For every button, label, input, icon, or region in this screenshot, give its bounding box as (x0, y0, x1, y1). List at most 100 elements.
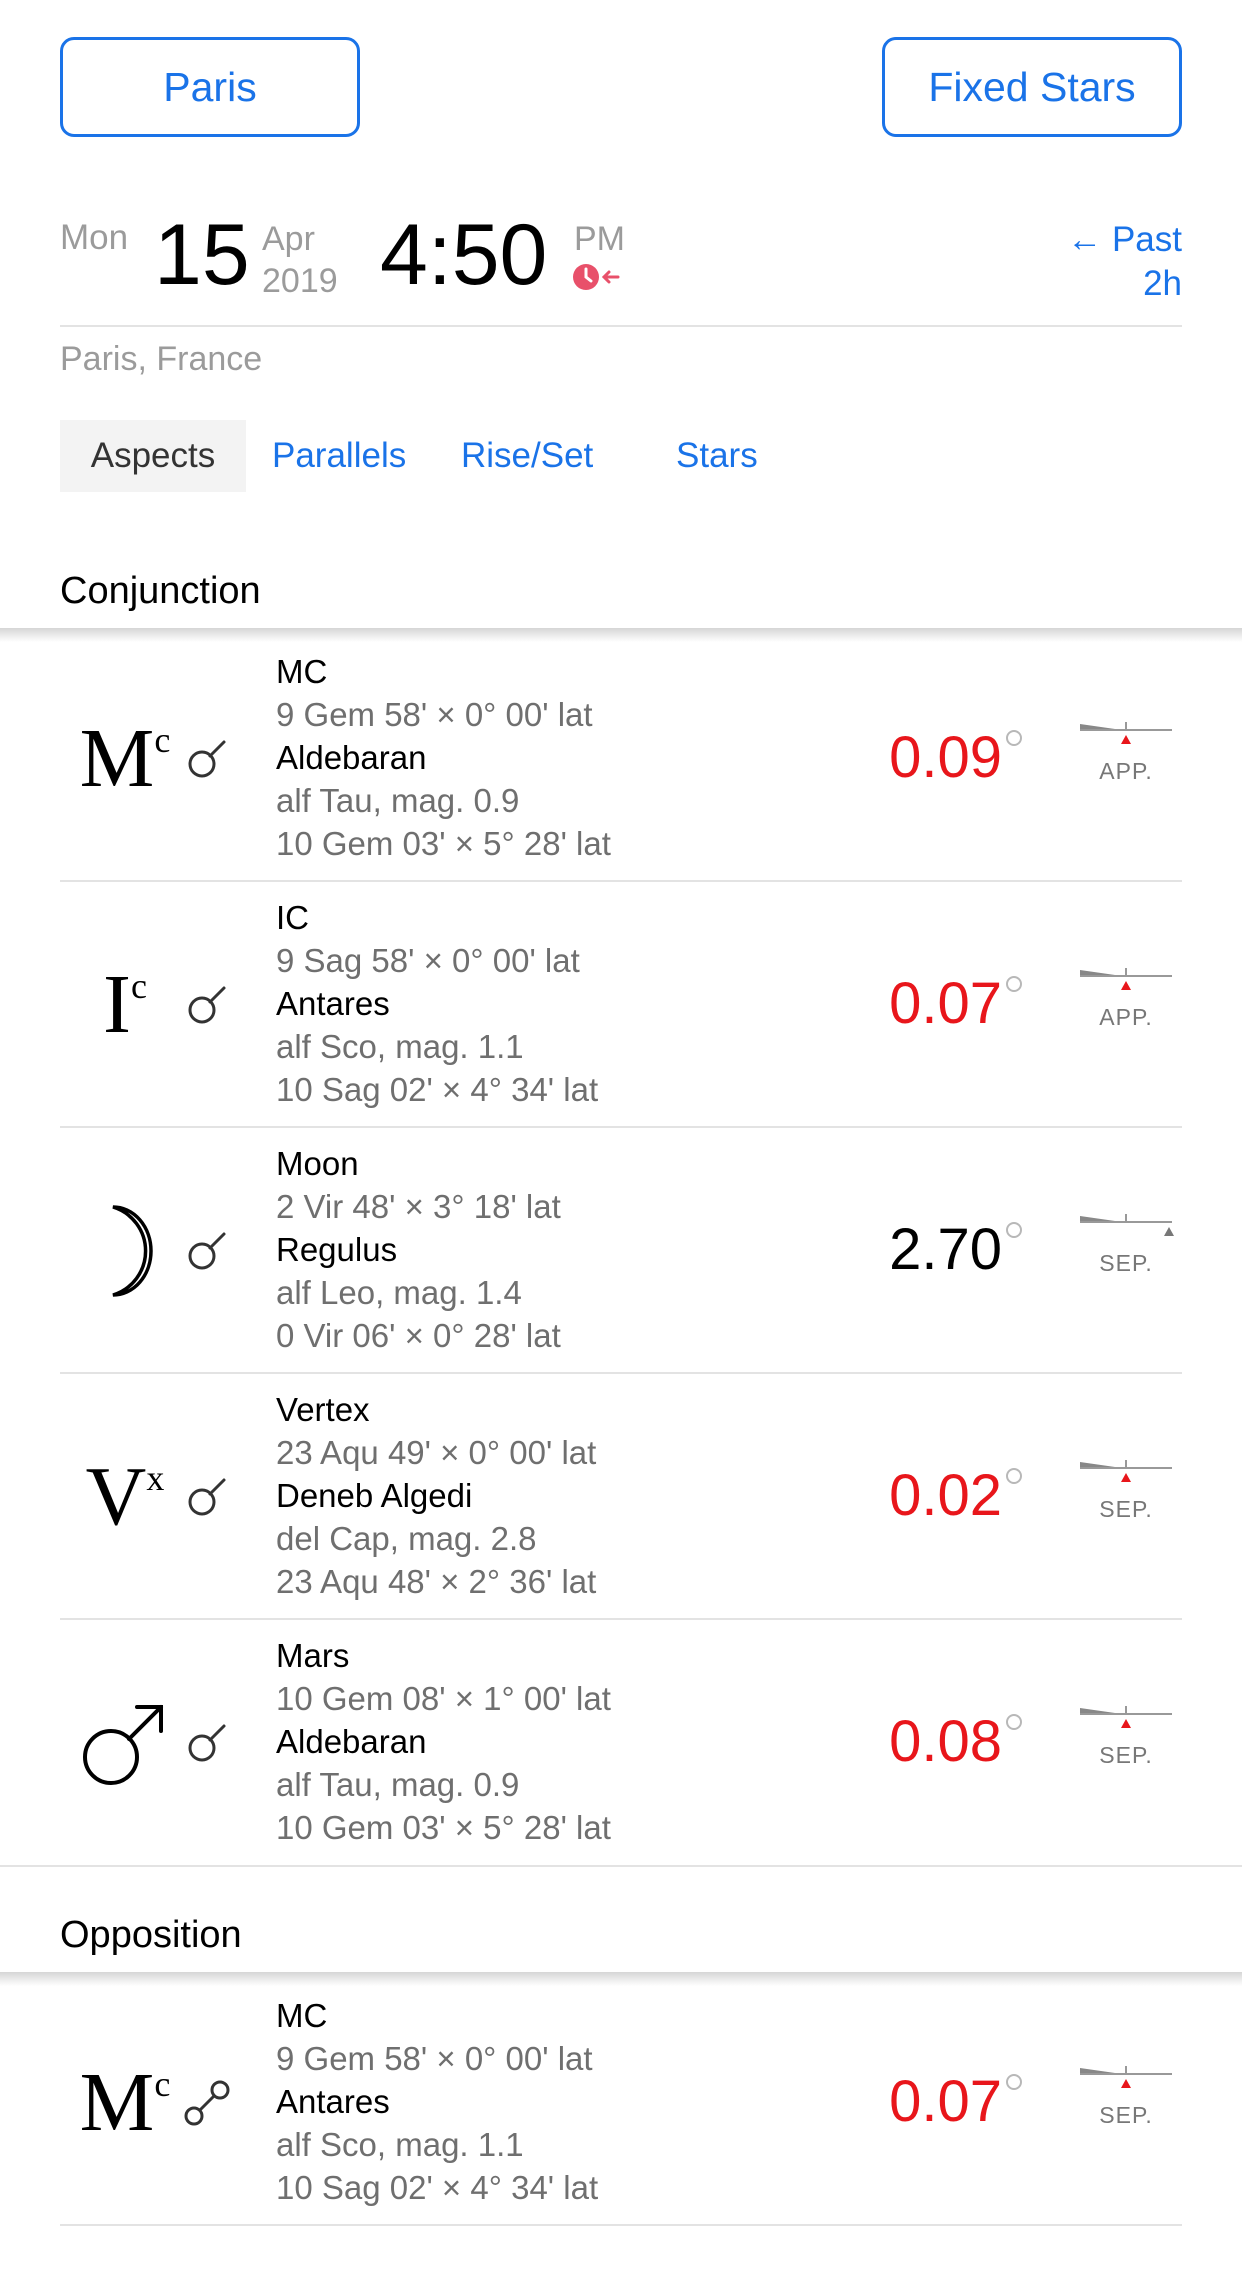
mc-glyph-icon: Mc (79, 2056, 171, 2149)
aspect-row[interactable]: Mc MC 9 Gem 58' × 0° 00' lat Antares alf Sco… (60, 1980, 1182, 2226)
orb-number: 2.70 (889, 1217, 1002, 1282)
conjunction-icon (182, 1718, 232, 1768)
body-name: Vertex (276, 1391, 370, 1428)
ampm: PM (574, 220, 625, 258)
past-amount[interactable]: 2h (1067, 264, 1182, 304)
body-name: MC (276, 653, 328, 690)
section-title-opposition: Opposition (60, 1914, 242, 1956)
place-label: Paris, France (60, 340, 263, 378)
body-name: Mars (276, 1637, 350, 1674)
degree-icon (1006, 730, 1022, 746)
star-name: Regulus (276, 1231, 398, 1268)
tab-rise-set[interactable]: Rise/Set (461, 420, 593, 492)
separating-meter: SEP. (1078, 1460, 1174, 1522)
past-button[interactable]: ← Past 2h (1067, 220, 1182, 304)
star-name: Antares (276, 985, 390, 1022)
status-label: SEP. (1099, 1496, 1153, 1522)
aspect-row[interactable]: Moon 2 Vir 48' × 3° 18' lat Regulus alf Leo… (60, 1128, 1182, 1374)
orb-value: 0.07 (889, 2068, 1022, 2135)
separating-meter: SEP. (1078, 2066, 1174, 2128)
star-position: 0 Vir 06' × 0° 28' lat (276, 1317, 561, 1354)
fixed-stars-button[interactable]: Fixed Stars (882, 37, 1182, 137)
orb-number: 0.09 (889, 725, 1002, 790)
time[interactable]: 4:50 (380, 210, 547, 300)
body-position: 9 Sag 58' × 0° 00' lat (276, 942, 580, 979)
degree-icon (1006, 976, 1022, 992)
day[interactable]: 15 (154, 210, 250, 300)
month[interactable]: Apr (262, 220, 315, 259)
body-name: IC (276, 899, 309, 936)
star-name: Antares (276, 2083, 390, 2120)
applying-meter: APP. (1078, 968, 1174, 1030)
star-info: alf Sco, mag. 1.1 (276, 1028, 524, 1065)
orb-number: 0.07 (889, 2069, 1002, 2134)
star-info: alf Sco, mag. 1.1 (276, 2126, 524, 2163)
star-info: alf Tau, mag. 0.9 (276, 782, 520, 819)
orb-value: 0.02 (889, 1462, 1022, 1529)
section-end-divider (0, 1865, 1242, 1867)
row-divider (60, 2224, 1182, 2226)
orb-value: 0.08 (889, 1708, 1022, 1775)
body-name: MC (276, 1997, 328, 2034)
aspect-row[interactable]: Mc MC 9 Gem 58' × 0° 00' lat Aldebaran alf T… (60, 636, 1182, 882)
past-label[interactable]: ← Past (1067, 220, 1182, 260)
orb-number: 0.02 (889, 1463, 1002, 1528)
star-position: 10 Sag 02' × 4° 34' lat (276, 2169, 599, 2206)
star-position: 10 Sag 02' × 4° 34' lat (276, 1071, 599, 1108)
status-label: SEP. (1099, 1250, 1153, 1276)
star-position: 23 Aqu 48' × 2° 36' lat (276, 1563, 597, 1600)
alarm-return-icon[interactable] (572, 262, 624, 292)
aspect-row[interactable]: Vx Vertex 23 Aqu 49' × 0° 00' lat Deneb Alg… (60, 1374, 1182, 1620)
conjunction-icon (182, 734, 232, 784)
orb-value: 2.70 (889, 1216, 1022, 1283)
aspect-row[interactable]: Mars 10 Gem 08' × 1° 00' lat Aldebaran alf … (60, 1620, 1182, 1866)
degree-icon (1006, 2074, 1022, 2090)
degree-icon (1006, 1222, 1022, 1238)
section-title-conjunction: Conjunction (60, 570, 261, 612)
orb-value: 0.09 (889, 724, 1022, 791)
opposition-icon (182, 2078, 232, 2128)
mars-glyph-icon (60, 1620, 190, 1866)
degree-icon (1006, 1714, 1022, 1730)
orb-value: 0.07 (889, 970, 1022, 1037)
conjunction-icon (182, 980, 232, 1030)
star-position: 10 Gem 03' × 5° 28' lat (276, 825, 611, 862)
conjunction-icon (182, 1226, 232, 1276)
star-info: alf Leo, mag. 1.4 (276, 1274, 522, 1311)
body-position: 23 Aqu 49' × 0° 00' lat (276, 1434, 597, 1471)
body-position: 2 Vir 48' × 3° 18' lat (276, 1188, 561, 1225)
status-label: APP. (1099, 758, 1153, 784)
conjunction-icon (182, 1472, 232, 1522)
moon-glyph-icon (60, 1128, 190, 1374)
header-divider (60, 325, 1182, 327)
tab-aspects[interactable]: Aspects (60, 420, 246, 492)
applying-meter: APP. (1078, 722, 1174, 784)
star-info: alf Tau, mag. 0.9 (276, 1766, 520, 1803)
separating-meter: SEP. (1078, 1214, 1174, 1276)
body-position: 10 Gem 08' × 1° 00' lat (276, 1680, 611, 1717)
ic-glyph-icon: Ic (103, 958, 147, 1051)
body-position: 9 Gem 58' × 0° 00' lat (276, 2040, 593, 2077)
status-label: SEP. (1099, 2102, 1153, 2128)
location-button[interactable]: Paris (60, 37, 360, 137)
orb-number: 0.07 (889, 971, 1002, 1036)
body-name: Moon (276, 1145, 359, 1182)
aspect-row[interactable]: Ic IC 9 Sag 58' × 0° 00' lat Antares alf Sco… (60, 882, 1182, 1128)
tab-stars[interactable]: Stars (676, 420, 758, 492)
weekday: Mon (60, 218, 129, 257)
separating-meter: SEP. (1078, 1706, 1174, 1768)
status-label: APP. (1099, 1004, 1153, 1030)
degree-icon (1006, 1468, 1022, 1484)
tab-parallels[interactable]: Parallels (272, 420, 406, 492)
star-name: Deneb Algedi (276, 1477, 473, 1514)
mc-glyph-icon: Mc (79, 712, 171, 805)
star-position: 10 Gem 03' × 5° 28' lat (276, 1809, 611, 1846)
year[interactable]: 2019 (262, 262, 338, 301)
star-name: Aldebaran (276, 1723, 427, 1760)
body-position: 9 Gem 58' × 0° 00' lat (276, 696, 593, 733)
status-label: SEP. (1099, 1742, 1153, 1768)
vertex-glyph-icon: Vx (85, 1450, 165, 1543)
star-info: del Cap, mag. 2.8 (276, 1520, 537, 1557)
orb-number: 0.08 (889, 1709, 1002, 1774)
star-name: Aldebaran (276, 739, 427, 776)
